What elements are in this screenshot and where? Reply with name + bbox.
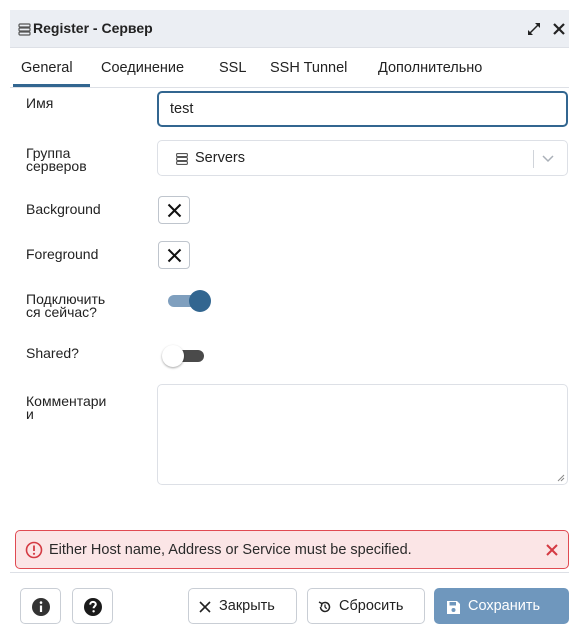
name-input[interactable]: test [157,91,568,127]
tab-ssl[interactable]: SSL [219,60,246,76]
server-group-value: Servers [195,150,245,166]
shared-toggle[interactable] [162,343,208,369]
active-tab-indicator [13,84,90,87]
help-icon [84,598,102,616]
save-button-label: Сохранить [468,598,541,614]
close-button[interactable]: Закрыть [188,588,297,624]
toggle-knob [162,345,184,367]
toggle-knob [189,290,211,312]
name-label: Имя [26,95,54,111]
clear-x-icon [167,203,182,218]
foreground-color-picker[interactable] [158,241,190,269]
close-icon[interactable] [545,542,559,558]
server-group-label: Группа серверов [26,145,87,174]
reset-icon [318,601,331,613]
background-color-picker[interactable] [158,196,190,224]
reset-button[interactable]: Сбросить [307,588,425,624]
save-icon [447,601,460,614]
shared-label: Shared? [26,345,79,361]
select-divider [533,150,534,168]
connect-now-label: Подключить ся сейчас? [26,291,106,320]
help-button[interactable] [72,588,113,624]
save-button[interactable]: Сохранить [434,588,569,624]
comments-textarea[interactable] [157,384,568,485]
tab-bar: General Соединение SSL SSH Tunnel Дополн… [10,48,569,88]
dialog-footer: Закрыть Сбросить Сохранить [10,572,569,627]
dialog-titlebar[interactable]: Register - Сервер [10,10,569,48]
info-icon [32,598,50,616]
server-icon [18,23,31,36]
server-group-icon [176,153,188,165]
clear-x-icon [167,248,182,263]
close-button-label: Закрыть [219,598,275,614]
comments-label: Комментари и [26,393,107,422]
background-label: Background [26,201,101,217]
server-group-select[interactable]: Servers [157,140,568,176]
name-input-value: test [170,101,194,117]
resize-handle-icon[interactable] [557,474,565,482]
error-banner: Either Host name, Address or Service mus… [15,530,569,569]
maximize-icon[interactable] [527,22,541,36]
foreground-label: Foreground [26,246,99,262]
tab-advanced[interactable]: Дополнительно [378,60,482,76]
close-icon[interactable] [552,21,566,37]
tab-general[interactable]: General [21,60,73,76]
register-server-dialog: Register - Сервер General Соединение SSL… [10,10,569,627]
close-icon [199,601,211,613]
dialog-title: Register - Сервер [33,20,153,36]
chevron-down-icon[interactable] [541,154,555,164]
error-message: Either Host name, Address or Service mus… [49,542,412,558]
connect-now-toggle[interactable] [168,288,214,314]
info-button[interactable] [20,588,61,624]
reset-button-label: Сбросить [339,598,404,614]
tab-connection[interactable]: Соединение [101,60,184,76]
error-icon [25,541,43,559]
tab-ssh-tunnel[interactable]: SSH Tunnel [270,60,347,76]
